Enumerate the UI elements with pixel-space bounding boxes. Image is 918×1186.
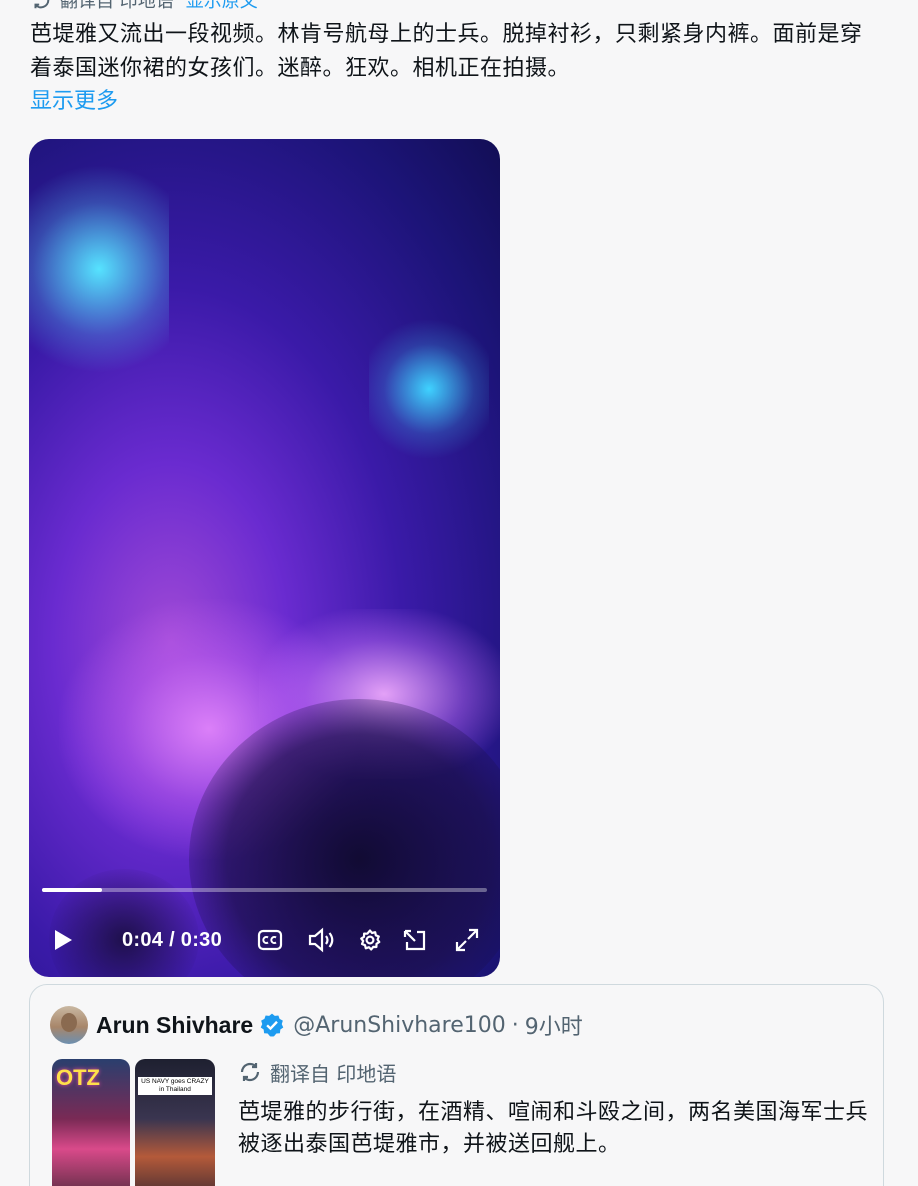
thumbnail-caption: US NAVY goes CRAZY in Thailand <box>138 1077 212 1095</box>
volume-button[interactable] <box>305 919 339 961</box>
fullscreen-icon <box>455 928 479 952</box>
video-frame-light <box>29 139 169 399</box>
media-thumbnail[interactable]: OTZ <box>52 1059 130 1186</box>
thumbnail-sign-text: OTZ <box>56 1065 100 1090</box>
author-name[interactable]: Arun Shivhare <box>96 1012 253 1039</box>
video-player[interactable]: 0:04 / 0:30 <box>29 139 500 977</box>
avatar[interactable] <box>50 1006 88 1044</box>
quoted-tweet-card[interactable]: Arun Shivhare @ArunShivhare100 · 9小时 OTZ… <box>29 984 884 1186</box>
translate-icon <box>240 1062 260 1082</box>
captions-icon <box>257 929 283 951</box>
video-progress-bar[interactable] <box>42 888 487 892</box>
show-more-link[interactable]: 显示更多 <box>30 86 118 118</box>
quoted-translation-bar: 翻译自 印地语 <box>238 1057 396 1087</box>
video-controls: 0:04 / 0:30 <box>29 919 500 961</box>
translated-from-label: 翻译自 印地语 <box>60 0 174 12</box>
video-progress-fill <box>42 888 103 892</box>
media-thumbnail[interactable]: US NAVY goes CRAZY in Thailand <box>135 1059 215 1186</box>
quoted-tweet-header: Arun Shivhare @ArunShivhare100 · 9小时 <box>50 1006 583 1044</box>
play-button[interactable] <box>47 919 79 961</box>
video-time: 0:04 / 0:30 <box>122 928 223 951</box>
tweet-text: 芭堤雅又流出一段视频。林肯号航母上的士兵。脱掉衬衫，只剩紧身内裤。面前是穿着泰国… <box>30 22 863 81</box>
fullscreen-button[interactable] <box>451 919 483 961</box>
settings-icon <box>360 929 381 951</box>
translate-icon <box>33 0 50 9</box>
pop-out-icon <box>403 929 426 951</box>
pop-out-button[interactable] <box>399 919 431 961</box>
tweet-timestamp[interactable]: 9小时 <box>525 1009 583 1041</box>
translated-from-label: 翻译自 印地语 <box>270 1061 397 1086</box>
translation-bar: 翻译自 印地语 显示原文 <box>30 0 258 12</box>
captions-button[interactable] <box>255 919 285 961</box>
separator-dot: · <box>511 1012 519 1038</box>
show-original-link[interactable]: 显示原文 <box>186 0 258 13</box>
play-icon <box>55 930 72 950</box>
verified-badge-icon <box>260 1013 284 1037</box>
video-frame-light <box>369 309 489 469</box>
author-handle[interactable]: @ArunShivhare100 <box>293 1013 506 1038</box>
quoted-tweet-text: 芭堤雅的步行街，在酒精、喧闹和斗殴之间，两名美国海军士兵被逐出泰国芭堤雅市，并被… <box>238 1100 869 1157</box>
settings-button[interactable] <box>355 919 385 961</box>
volume-icon <box>308 927 334 953</box>
